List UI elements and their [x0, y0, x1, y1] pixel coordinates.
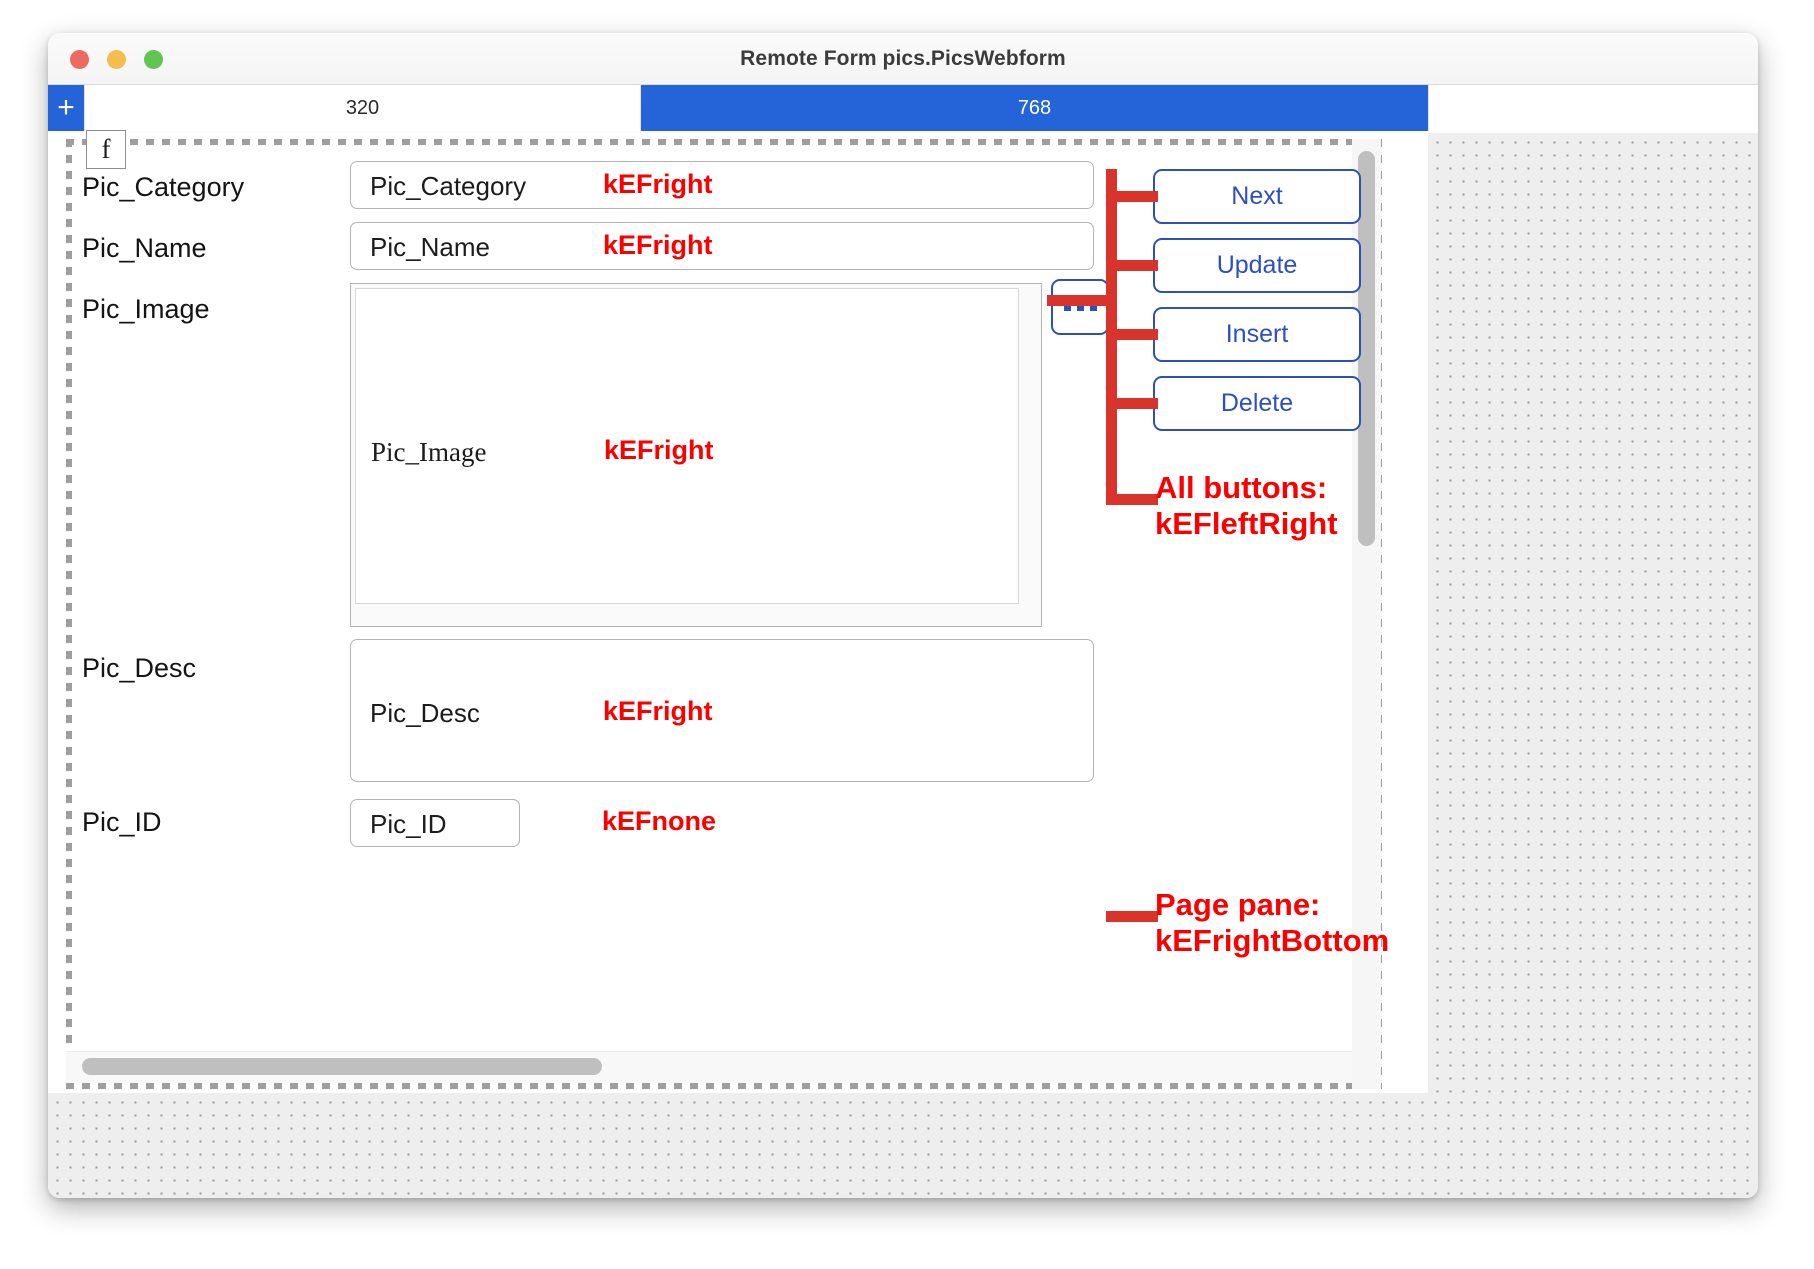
- app-window: Remote Form pics.PicsWebform + 320 768 f…: [48, 33, 1758, 1198]
- selection-border-bottom: [66, 1083, 1382, 1089]
- next-button[interactable]: Next: [1153, 169, 1361, 224]
- field-pic-image-ef: kEFright: [604, 435, 714, 465]
- dot-glyph-1: [1063, 303, 1071, 311]
- field-pic-image-inner: Pic_Image kEFright: [355, 288, 1019, 604]
- field-pic-image-placeholder: Pic_Image: [371, 437, 487, 467]
- window-titlebar: Remote Form pics.PicsWebform: [48, 33, 1758, 85]
- image-picker-button[interactable]: [1051, 279, 1109, 335]
- update-button[interactable]: Update: [1153, 238, 1361, 293]
- breakpoint-bar: + 320 768: [48, 85, 1758, 131]
- field-pic-id-ef: kEFnone: [602, 806, 717, 836]
- canvas-empty-area-right: [1428, 133, 1758, 1093]
- field-pic-category-placeholder: Pic_Category: [370, 171, 527, 201]
- label-pic-category[interactable]: Pic_Category: [82, 172, 244, 203]
- selection-border-left: [66, 139, 72, 1089]
- form-handle-button[interactable]: f: [86, 130, 126, 169]
- add-breakpoint-button[interactable]: +: [48, 85, 84, 131]
- dot-glyph-3: [1089, 303, 1097, 311]
- field-pic-id-placeholder: Pic_ID: [370, 809, 447, 839]
- field-pic-image[interactable]: Pic_Image kEFright: [350, 283, 1042, 627]
- field-pic-category-ef: kEFright: [603, 169, 713, 199]
- insert-button[interactable]: Insert: [1153, 307, 1361, 362]
- selection-border-top: [66, 139, 1382, 145]
- breakpoint-tab-overflow[interactable]: [1428, 85, 1758, 131]
- label-pic-image[interactable]: Pic_Image: [82, 294, 210, 325]
- window-title: Remote Form pics.PicsWebform: [740, 47, 1066, 70]
- page-pane-horizontal-scrollbar[interactable]: [82, 1058, 602, 1075]
- label-pic-id[interactable]: Pic_ID: [82, 807, 162, 838]
- breakpoint-tab-768[interactable]: 768: [640, 85, 1428, 131]
- field-pic-id[interactable]: Pic_ID: [350, 799, 520, 847]
- breakpoint-tab-320[interactable]: 320: [84, 85, 640, 131]
- field-pic-name-placeholder: Pic_Name: [370, 232, 490, 262]
- screenshot-root: Remote Form pics.PicsWebform + 320 768 f…: [0, 0, 1814, 1269]
- field-pic-name[interactable]: Pic_Name kEFright: [350, 222, 1094, 270]
- field-pic-name-ef: kEFright: [603, 230, 713, 260]
- canvas-empty-area-bottom: [48, 1093, 1758, 1198]
- dot-glyph-2: [1076, 303, 1084, 311]
- field-pic-category[interactable]: Pic_Category kEFright: [350, 161, 1094, 209]
- design-canvas: f Pic_Category Pic_Name Pic_Image Pic_De…: [48, 130, 1758, 1198]
- field-pic-desc-placeholder: Pic_Desc: [370, 698, 480, 728]
- field-pic-desc[interactable]: Pic_Desc kEFright: [350, 639, 1094, 782]
- delete-button[interactable]: Delete: [1153, 376, 1361, 431]
- label-pic-desc[interactable]: Pic_Desc: [82, 653, 196, 684]
- label-pic-name[interactable]: Pic_Name: [82, 233, 207, 264]
- field-pic-desc-ef: kEFright: [603, 696, 713, 726]
